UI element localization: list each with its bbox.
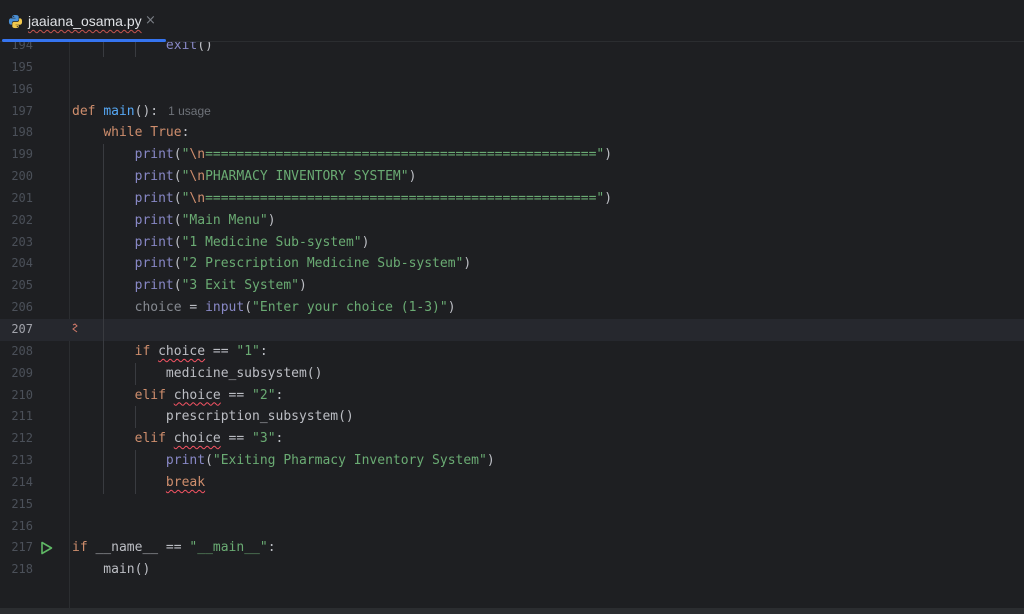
code-text: print("3 Exit System") [134,278,307,294]
code-text: print("2 Prescription Medicine Sub-syste… [134,256,472,272]
code-line[interactable]: 211 prescription_subsystem() [0,406,1024,428]
line-number: 196 [11,81,33,96]
line-number: 211 [11,409,33,424]
code-line[interactable]: 215 [0,494,1024,516]
line-number: 212 [11,431,33,446]
code-line[interactable]: 203 print("1 Medicine Sub-system") [0,232,1024,254]
code-text: print("\nPHARMACY INVENTORY SYSTEM") [134,169,417,185]
intention-bulb-icon[interactable] [72,323,78,333]
code-text: print("\n===============================… [134,147,613,163]
code-line[interactable]: 209 medicine_subsystem() [0,363,1024,385]
line-number: 208 [11,343,33,358]
run-icon[interactable] [40,541,53,555]
code-text: main() [72,562,151,578]
code-line[interactable]: 199 print("\n===========================… [0,144,1024,166]
line-number: 214 [11,474,33,489]
code-line[interactable]: 197 def main(): 1 usage [0,101,1024,123]
line-number: 210 [11,387,33,402]
code-text: medicine_subsystem() [72,365,323,381]
code-text: choice = input("Enter your choice (1-3)"… [134,300,456,316]
line-number: 199 [11,147,33,162]
indent-guide [134,406,136,429]
code-editor[interactable]: 194 exit() 195 196 197 def main(): 1 usage 198… [0,42,1024,608]
tab-file[interactable]: jaaiana_osama.py × [0,0,166,42]
tab-bar: jaaiana_osama.py × [0,0,1024,42]
line-number: 206 [11,300,33,315]
code-text: break [165,474,206,490]
line-number: 205 [11,278,33,293]
indent-guide [134,42,136,57]
code-line[interactable]: 201 print("\n===========================… [0,188,1024,210]
code-text: def main(): 1 usage [72,103,211,119]
code-text: while True: [103,125,190,141]
code-text: if choice == "1": [134,343,268,359]
code-line[interactable]: 195 [0,57,1024,79]
close-icon[interactable]: × [145,12,156,30]
python-icon [8,14,23,28]
line-number: 215 [11,496,33,511]
code-lines: 194 exit() 195 196 197 def main(): 1 usage 198… [0,42,1024,581]
line-number: 213 [11,453,33,468]
editor-window: jaaiana_osama.py × 194 exit() 195 196 197 de… [0,0,1024,614]
code-line[interactable]: 214 break [0,472,1024,494]
code-line[interactable]: 196 [0,79,1024,101]
code-line[interactable]: 208 if choice == "1": [0,341,1024,363]
code-line[interactable]: 213 print("Exiting Pharmacy Inventory Sy… [0,450,1024,472]
code-text: exit() [165,42,213,53]
code-line[interactable]: 206 choice = input("Enter your choice (1… [0,297,1024,319]
status-bar [0,608,1024,614]
line-number: 204 [11,256,33,271]
line-number: 197 [11,103,33,118]
line-number: 200 [11,169,33,184]
line-number: 203 [11,234,33,249]
indent-guide [134,450,136,494]
line-number: 217 [11,540,33,555]
line-number: 201 [11,190,33,205]
code-text: print("\n===============================… [134,190,613,206]
code-line[interactable]: 194 exit() [0,42,1024,57]
line-number: 195 [11,59,33,74]
line-number: 194 [11,42,33,52]
code-line[interactable]: 198 while True: [0,122,1024,144]
code-text: if __name__ == "__main__": [72,540,276,556]
tab-title[interactable]: jaaiana_osama.py [28,13,142,29]
code-line[interactable]: 200 print("\nPHARMACY INVENTORY SYSTEM") [0,166,1024,188]
code-line[interactable]: 216 [0,516,1024,538]
code-line[interactable]: 212 elif choice == "3": [0,428,1024,450]
code-text: prescription_subsystem() [72,409,354,425]
line-number: 202 [11,212,33,227]
code-line[interactable]: 218 main() [0,559,1024,581]
code-line[interactable]: 217 if __name__ == "__main__": [0,537,1024,559]
usage-hint[interactable]: 1 usage [168,104,211,118]
line-number: 218 [11,562,33,577]
code-text: print("1 Medicine Sub-system") [134,234,370,250]
indent-guide [103,144,105,494]
code-line[interactable]: 205 print("3 Exit System") [0,275,1024,297]
indent-guide [103,42,105,57]
code-line[interactable]: 202 print("Main Menu") [0,210,1024,232]
code-line[interactable]: 204 print("2 Prescription Medicine Sub-s… [0,253,1024,275]
line-number: 216 [11,518,33,533]
code-line[interactable]: 207 [0,318,1024,341]
line-number: 207 [11,321,33,336]
code-line[interactable]: 210 elif choice == "2": [0,385,1024,407]
line-number: 209 [11,365,33,380]
indent-guide [134,362,136,385]
line-number: 198 [11,125,33,140]
